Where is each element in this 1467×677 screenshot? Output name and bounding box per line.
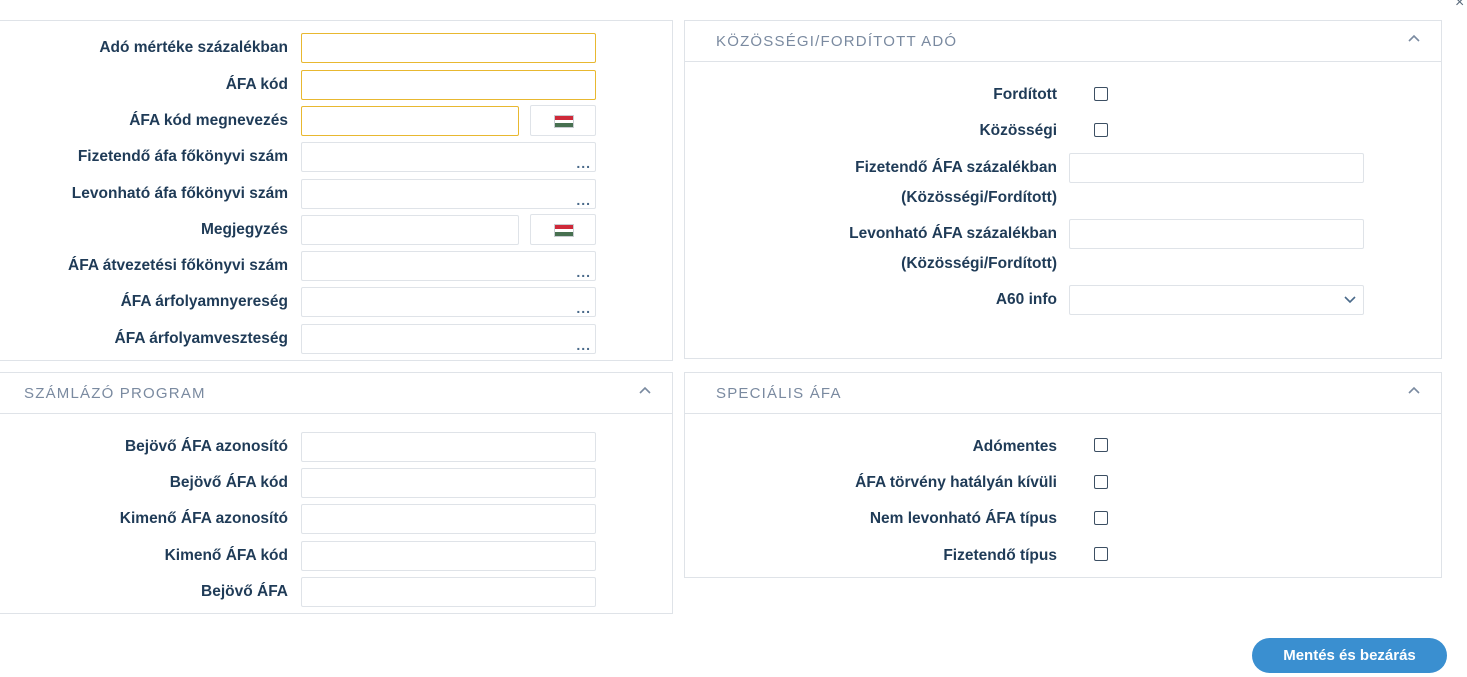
label-vat-code: ÁFA kód: [225, 76, 288, 93]
more-dots-icon[interactable]: ...: [576, 265, 591, 279]
label-outside-vat-law: ÁFA törvény hatályán kívüli: [855, 474, 1057, 491]
vat-code-name-input[interactable]: [301, 106, 519, 136]
tax-exempt-checkbox[interactable]: [1094, 438, 1108, 452]
label-incoming-vat: Bejövő ÁFA: [201, 583, 288, 600]
vat-transfer-account-input[interactable]: ...: [301, 251, 596, 281]
vat-code-name-language-button[interactable]: [530, 105, 596, 136]
note-input[interactable]: [301, 215, 519, 245]
label-payable-vat-percent: Fizetendő ÁFA százalékban: [855, 159, 1057, 176]
label-payable-type: Fizetendő típus: [943, 547, 1057, 564]
label-outgoing-vat-id: Kimenő ÁFA azonosító: [119, 510, 288, 527]
more-dots-icon[interactable]: ...: [576, 156, 591, 170]
close-icon[interactable]: ×: [1455, 0, 1464, 12]
billing-program-title: SZÁMLÁZÓ PROGRAM: [24, 385, 206, 402]
hungarian-flag-icon: [554, 224, 574, 237]
label-tax-exempt: Adómentes: [972, 438, 1057, 455]
deductible-vat-percent-input[interactable]: [1069, 219, 1364, 249]
community-checkbox[interactable]: [1094, 123, 1108, 137]
label-non-deductible-vat: Nem levonható ÁFA típus: [869, 510, 1057, 527]
label-reverse: Fordított: [993, 86, 1057, 103]
chevron-down-icon[interactable]: [1343, 295, 1357, 305]
hungarian-flag-icon: [554, 115, 574, 128]
special-vat-header[interactable]: SPECIÁLIS ÁFA: [685, 373, 1441, 414]
label-incoming-vat-id: Bejövő ÁFA azonosító: [124, 438, 288, 455]
label-a60-info: A60 info: [995, 291, 1057, 308]
label-community: Közösségi: [979, 122, 1057, 139]
label-incoming-vat-code: Bejövő ÁFA kód: [169, 474, 288, 491]
special-vat-panel: SPECIÁLIS ÁFA: [684, 372, 1442, 578]
community-reverse-tax-title: KÖZÖSSÉGI/FORDÍTOTT ADÓ: [716, 33, 958, 50]
label-vat-code-name: ÁFA kód megnevezés: [129, 112, 288, 129]
payable-vat-percent-input[interactable]: [1069, 153, 1364, 183]
chevron-up-icon[interactable]: [1407, 32, 1421, 46]
special-vat-title: SPECIÁLIS ÁFA: [716, 385, 842, 402]
label-tax-rate: Adó mértéke százalékban: [99, 39, 288, 56]
reverse-checkbox[interactable]: [1094, 87, 1108, 101]
payable-type-checkbox[interactable]: [1094, 547, 1108, 561]
note-language-button[interactable]: [530, 214, 596, 245]
deductible-vat-account-input[interactable]: ...: [301, 179, 596, 209]
billing-program-header[interactable]: SZÁMLÁZÓ PROGRAM: [0, 373, 672, 414]
outside-vat-law-checkbox[interactable]: [1094, 475, 1108, 489]
incoming-vat-code-input[interactable]: [301, 468, 596, 498]
label-vat-exchange-gain: ÁFA árfolyamnyereség: [120, 293, 288, 310]
label-outgoing-vat-code: Kimenő ÁFA kód: [164, 547, 288, 564]
outgoing-vat-id-input[interactable]: [301, 504, 596, 534]
chevron-up-icon[interactable]: [1407, 384, 1421, 398]
community-reverse-tax-header[interactable]: KÖZÖSSÉGI/FORDÍTOTT ADÓ: [685, 21, 1441, 62]
more-dots-icon[interactable]: ...: [576, 338, 591, 352]
vat-code-input[interactable]: [301, 70, 596, 100]
payable-vat-account-input[interactable]: ...: [301, 142, 596, 172]
save-and-close-button[interactable]: Mentés és bezárás: [1252, 638, 1447, 673]
more-dots-icon[interactable]: ...: [576, 193, 591, 207]
label-vat-exchange-loss: ÁFA árfolyamveszteség: [114, 330, 288, 347]
chevron-up-icon[interactable]: [638, 384, 652, 398]
incoming-vat-id-input[interactable]: [301, 432, 596, 462]
more-dots-icon[interactable]: ...: [576, 301, 591, 315]
non-deductible-vat-checkbox[interactable]: [1094, 511, 1108, 525]
label-deductible-vat-percent-sub: (Közösségi/Fordított): [901, 255, 1057, 272]
a60-info-select[interactable]: [1069, 285, 1364, 315]
label-vat-transfer-account: ÁFA átvezetési főkönyvi szám: [68, 257, 288, 274]
label-payable-vat-account: Fizetendő áfa főkönyvi szám: [77, 148, 288, 165]
incoming-vat-input[interactable]: [301, 577, 596, 607]
tax-rate-input[interactable]: [301, 33, 596, 63]
vat-exchange-loss-input[interactable]: ...: [301, 324, 596, 354]
label-deductible-vat-account: Levonható áfa főkönyvi szám: [71, 185, 288, 202]
vat-exchange-gain-input[interactable]: ...: [301, 287, 596, 317]
label-note: Megjegyzés: [200, 221, 288, 238]
label-deductible-vat-percent: Levonható ÁFA százalékban: [849, 225, 1057, 242]
label-payable-vat-percent-sub: (Közösségi/Fordított): [901, 189, 1057, 206]
outgoing-vat-code-input[interactable]: [301, 541, 596, 571]
